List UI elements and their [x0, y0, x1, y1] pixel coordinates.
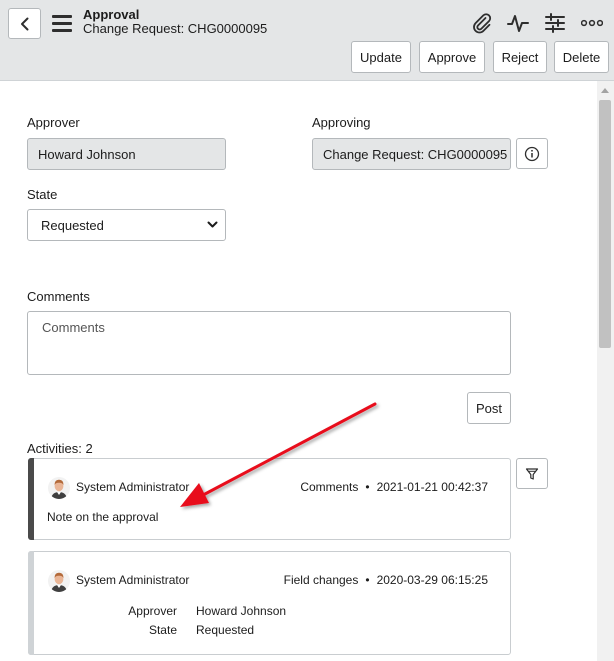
field-change-label: State — [148, 623, 177, 637]
approve-button[interactable]: Approve — [419, 41, 485, 73]
settings-sliders-icon[interactable] — [543, 11, 567, 35]
avatar — [48, 477, 70, 499]
filter-icon — [525, 467, 539, 480]
state-selected-value: Requested — [41, 217, 104, 233]
scroll-thumb[interactable] — [599, 100, 611, 348]
menu-icon[interactable] — [52, 15, 72, 32]
activity-type: Field changes — [283, 573, 359, 587]
update-button[interactable]: Update — [351, 41, 411, 73]
activity-timestamp: 2020-03-29 06:15:25 — [376, 573, 488, 587]
approver-field[interactable]: Howard Johnson — [27, 138, 226, 170]
field-change-value: Howard Johnson — [196, 604, 287, 618]
approving-field[interactable]: Change Request: CHG0000095 — [312, 138, 511, 170]
field-change-value: Requested — [196, 623, 255, 637]
form-header: Approval Change Request: CHG0000095 Upda… — [0, 0, 614, 81]
state-select[interactable]: Requested — [27, 209, 226, 241]
reject-button[interactable]: Reject — [493, 41, 547, 73]
comments-label: Comments — [27, 289, 90, 304]
avatar — [48, 570, 70, 592]
vertical-scrollbar[interactable] — [597, 81, 614, 661]
activity-timestamp: 2021-01-21 00:42:37 — [376, 480, 488, 494]
activity-user: System Administrator — [76, 480, 190, 494]
scroll-up-arrow-icon[interactable] — [601, 88, 609, 93]
page-title: Approval — [83, 7, 140, 22]
activities-heading: Activities: 2 — [27, 441, 93, 456]
filter-button[interactable] — [516, 458, 548, 489]
approver-label: Approver — [27, 115, 80, 130]
info-button[interactable] — [516, 138, 548, 169]
activity-type: Comments — [300, 480, 359, 494]
activity-accent-bar — [28, 551, 34, 655]
state-label: State — [27, 187, 58, 202]
activity-note: Note on the approval — [47, 510, 159, 524]
activity-card: System Administrator Comments • 2021-01-21… — [28, 458, 511, 540]
field-change-label: Approver — [128, 604, 177, 618]
approving-label: Approving — [312, 115, 371, 130]
activity-icon[interactable] — [506, 11, 530, 35]
separator-dot: • — [365, 480, 370, 494]
header-title-block: Approval Change Request: CHG0000095 — [83, 8, 267, 36]
page-subtitle: Change Request: CHG0000095 — [83, 21, 268, 36]
post-button[interactable]: Post — [467, 392, 511, 424]
activity-user: System Administrator — [76, 573, 190, 587]
back-icon — [20, 17, 28, 30]
back-button[interactable] — [8, 8, 41, 39]
more-icon[interactable] — [580, 11, 604, 35]
activity-card: System Administrator Field changes • 2020-… — [28, 551, 511, 655]
chevron-down-icon — [207, 221, 218, 228]
comments-input[interactable]: Comments — [27, 311, 511, 375]
info-icon — [524, 146, 540, 161]
delete-button[interactable]: Delete — [554, 41, 609, 73]
paperclip-icon[interactable] — [470, 11, 494, 35]
activity-meta: Field changes • 2020-03-29 06:15:25 — [284, 573, 488, 587]
activity-meta: Comments • 2021-01-21 00:42:37 — [300, 480, 488, 494]
activity-accent-bar — [28, 458, 34, 540]
separator-dot: • — [365, 573, 370, 587]
